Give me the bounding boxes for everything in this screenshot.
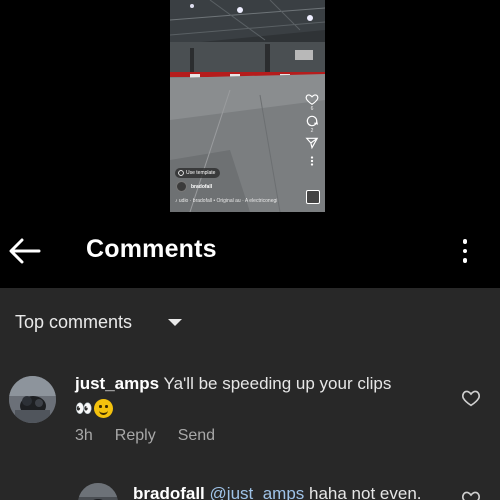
avatar-image: [9, 376, 56, 423]
avatar[interactable]: [78, 483, 118, 500]
avatar[interactable]: [9, 376, 56, 423]
use-template-button[interactable]: Use template: [175, 168, 221, 178]
heart-icon[interactable]: [461, 389, 481, 407]
reel-audio-text[interactable]: ♪ udio · bradofall • Original au · A ele…: [175, 198, 277, 204]
audio-thumbnail[interactable]: [306, 190, 320, 204]
comment-emoji-row: 👀: [75, 396, 445, 420]
send-button[interactable]: Send: [178, 427, 215, 445]
dot: [462, 258, 468, 263]
comments-panel: Top comments just_amps Ya'll be speeding…: [0, 288, 500, 500]
avatar-image: [78, 483, 118, 500]
back-arrow-icon[interactable]: [8, 236, 42, 266]
comment-icon[interactable]: [305, 114, 319, 128]
mention-link[interactable]: @just_amps: [210, 484, 305, 500]
sort-dropdown[interactable]: Top comments: [15, 312, 183, 333]
chevron-down-icon: [168, 319, 183, 326]
comment-actions: 3h Reply Send: [75, 427, 215, 445]
comments-header: Comments: [0, 222, 500, 280]
reel-action-rail: 6 2: [305, 92, 319, 168]
reply-button[interactable]: Reply: [115, 427, 156, 445]
more-vertical-icon[interactable]: [305, 154, 319, 168]
sort-label: Top comments: [15, 312, 133, 332]
heart-icon[interactable]: [461, 490, 481, 500]
eyes-emoji: 👀: [75, 399, 92, 416]
comment-count: 2: [310, 128, 314, 134]
comment-body: just_amps Ya'll be speeding up your clip…: [75, 372, 445, 420]
template-icon: [178, 170, 184, 176]
heart-icon[interactable]: [305, 92, 319, 106]
dot: [462, 239, 468, 244]
more-options-button[interactable]: [452, 236, 478, 266]
comment-username[interactable]: just_amps: [75, 374, 159, 393]
reel-author[interactable]: bradofall: [176, 181, 212, 192]
smiling-face-emoji-icon: [94, 398, 114, 418]
use-template-label: Use template: [186, 170, 216, 176]
comment-username[interactable]: bradofall: [133, 484, 205, 500]
page-title: Comments: [86, 235, 217, 263]
reel-author-name[interactable]: bradofall: [191, 184, 212, 190]
reel-preview[interactable]: 6 2 Use template bradofall ♪ udio · brad…: [170, 0, 325, 212]
send-icon[interactable]: [305, 136, 319, 150]
dot: [462, 248, 468, 254]
comment-time: 3h: [75, 427, 93, 444]
comment-text: haha not even.: [309, 484, 422, 500]
reply-body: bradofall @just_amps haha not even.: [133, 482, 453, 500]
like-count: 6: [310, 106, 314, 112]
reply-item: bradofall @just_amps haha not even.: [0, 478, 500, 500]
comment-text: Ya'll be speeding up your clips: [163, 374, 392, 393]
avatar[interactable]: [176, 181, 187, 192]
comment-item: just_amps Ya'll be speeding up your clip…: [0, 372, 500, 452]
